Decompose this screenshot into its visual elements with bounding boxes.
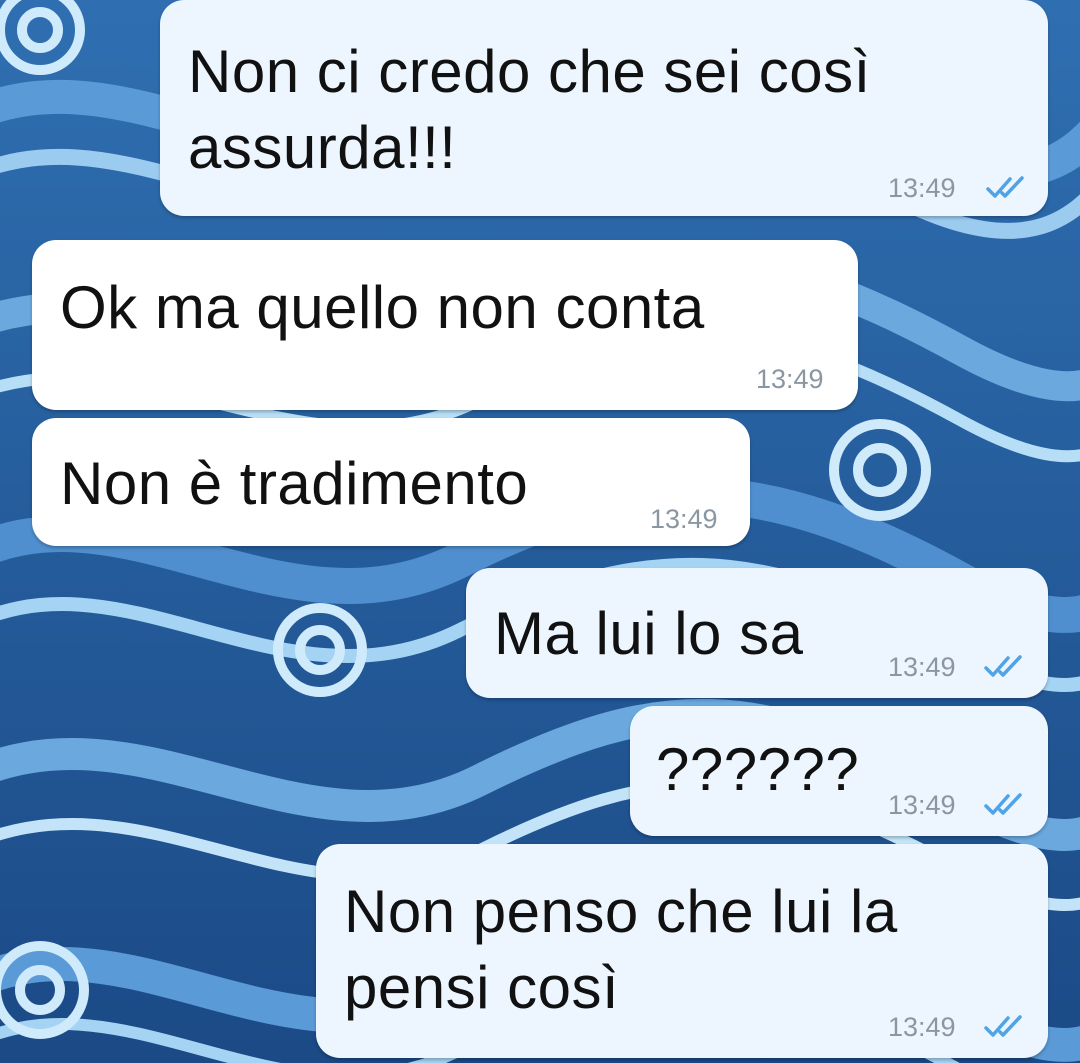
double-check-icon [984,655,1022,677]
message-timestamp: 13:49 [888,1012,956,1042]
message-timestamp: 13:49 [888,173,956,203]
message-bubble-outgoing[interactable]: Non penso che lui la pensi così 13:49 [316,844,1048,1058]
message-bubble-outgoing[interactable]: ?????? 13:49 [630,706,1048,836]
message-timestamp: 13:49 [650,504,718,534]
message-bubble-incoming[interactable]: Non è tradimento 13:49 [32,418,750,546]
message-text: Non è tradimento [60,450,529,517]
message-text: ?????? [656,736,860,803]
message-text: Ma lui lo sa [494,600,804,667]
message-bubble-outgoing[interactable]: Ma lui lo sa 13:49 [466,568,1048,698]
message-timestamp: 13:49 [756,364,824,394]
message-timestamp: 13:49 [888,790,956,820]
message-bubble-incoming[interactable]: Ok ma quello non conta 13:49 [32,240,858,410]
message-text: Ok ma quello non conta [60,274,705,341]
double-check-icon [984,793,1022,815]
message-text: Non ci credo che sei così assurda!!! [188,38,871,181]
double-check-icon [984,1015,1022,1037]
message-text: Non penso che lui la pensi così [344,878,898,1021]
double-check-icon [986,176,1024,198]
message-timestamp: 13:49 [888,652,956,682]
message-bubble-outgoing[interactable]: Non ci credo che sei così assurda!!! 13:… [160,0,1048,216]
